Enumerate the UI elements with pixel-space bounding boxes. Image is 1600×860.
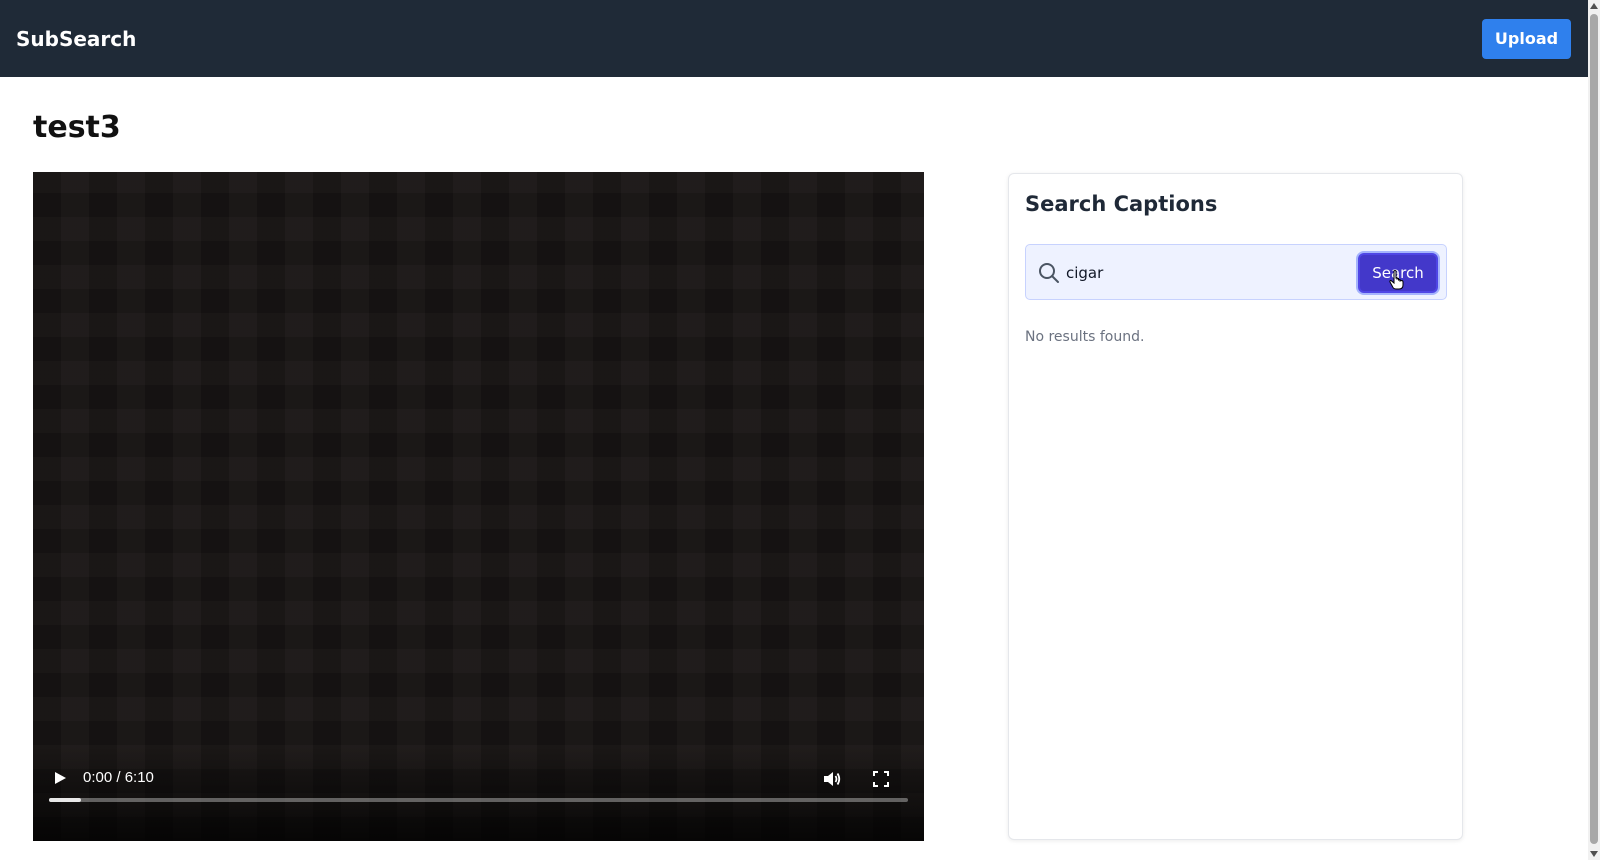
scroll-up-arrow-icon[interactable]: [1590, 2, 1598, 10]
brand-logo[interactable]: SubSearch: [16, 27, 136, 51]
search-bar: Search: [1025, 244, 1447, 300]
panel-title: Search Captions: [1025, 192, 1218, 216]
mute-button[interactable]: [821, 768, 843, 790]
upload-button[interactable]: Upload: [1482, 18, 1571, 59]
time-display: 0:00 / 6:10: [83, 769, 154, 786]
video-frame[interactable]: [33, 172, 924, 841]
volume-icon: [824, 772, 841, 786]
progress-fill: [49, 798, 81, 802]
video-player[interactable]: 0:00 / 6:10: [33, 172, 924, 841]
play-button[interactable]: [50, 768, 70, 788]
page-title: test3: [33, 110, 121, 145]
hand-cursor-icon: [1389, 270, 1404, 290]
fullscreen-button[interactable]: [870, 768, 892, 790]
search-panel: Search Captions Search No results found.: [1008, 173, 1463, 840]
progress-bar[interactable]: [49, 798, 908, 802]
page-scrollbar[interactable]: [1588, 0, 1600, 860]
scroll-thumb[interactable]: [1590, 14, 1598, 844]
play-icon: [55, 772, 66, 784]
no-results-message: No results found.: [1025, 329, 1145, 345]
fullscreen-icon: [873, 771, 889, 787]
navbar: SubSearch Upload: [0, 0, 1588, 77]
search-icon: [1039, 263, 1059, 283]
more-options-button[interactable]: [919, 768, 924, 790]
video-controls: 0:00 / 6:10: [33, 746, 924, 841]
scroll-down-arrow-icon[interactable]: [1590, 850, 1598, 858]
page: SubSearch Upload test3 0:00 / 6:10 Searc…: [0, 0, 1600, 860]
search-input[interactable]: [1066, 255, 1346, 291]
